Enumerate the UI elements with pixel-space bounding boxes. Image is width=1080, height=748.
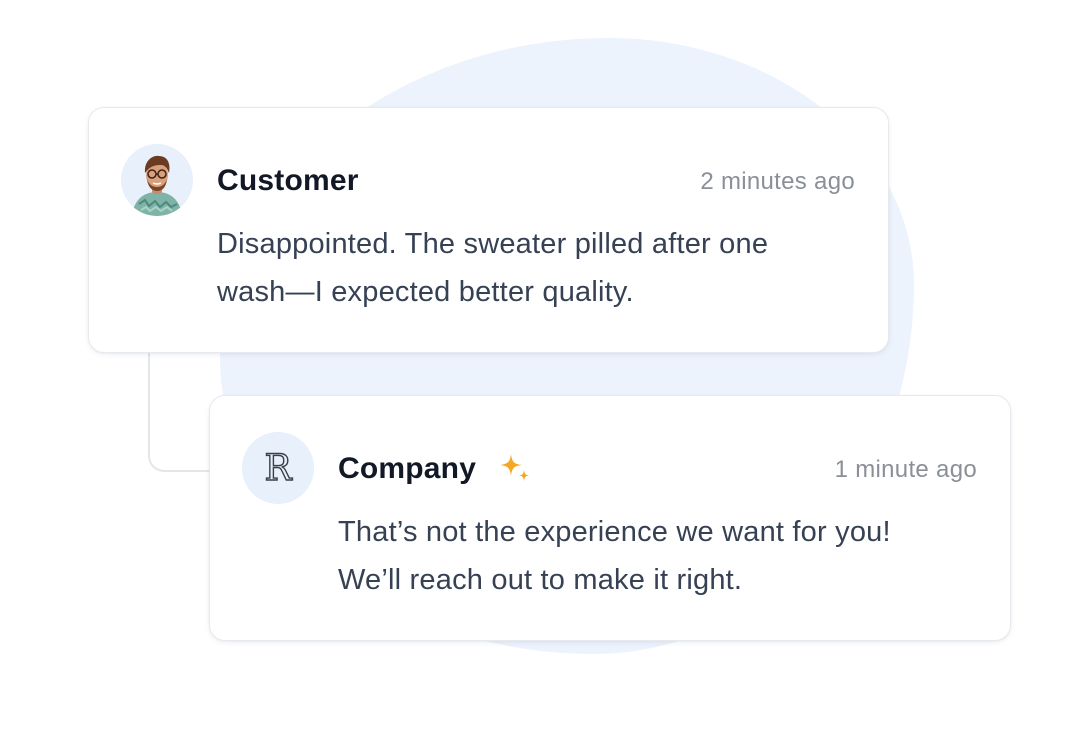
customer-avatar bbox=[121, 144, 193, 216]
company-timestamp: 1 minute ago bbox=[834, 456, 977, 483]
company-reply-card: R Company 1 minute ago That’s not the ex… bbox=[209, 395, 1011, 641]
company-avatar: R bbox=[242, 432, 314, 504]
customer-comment-card: Customer 2 minutes ago Disappointed. The… bbox=[88, 107, 889, 353]
company-logo-icon: R bbox=[242, 432, 314, 504]
customer-message: Disappointed. The sweater pilled after o… bbox=[217, 228, 769, 308]
company-message: That’s not the experience we want for yo… bbox=[338, 516, 891, 596]
thread-connector-line bbox=[148, 352, 212, 472]
customer-name: Customer bbox=[217, 164, 359, 197]
company-logo-letter: R bbox=[264, 448, 292, 489]
company-name: Company bbox=[338, 452, 477, 485]
sparkle-icon bbox=[498, 452, 532, 486]
customer-timestamp: 2 minutes ago bbox=[700, 168, 855, 195]
person-photo-avatar-icon bbox=[121, 144, 193, 216]
